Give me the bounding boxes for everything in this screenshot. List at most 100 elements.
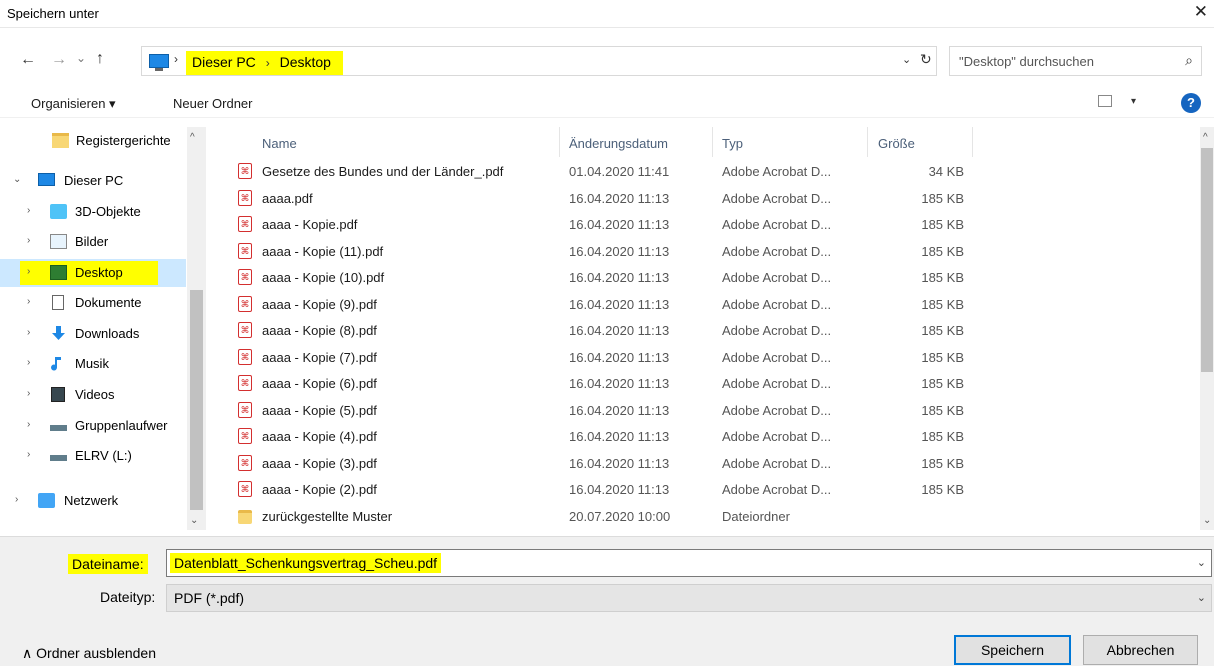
refresh-icon[interactable]: ↻	[920, 51, 932, 68]
pdf-file-icon: ⌘	[238, 216, 252, 232]
sidebar-item-bilder[interactable]: › Bilder	[0, 228, 186, 256]
chevron-right-icon[interactable]: ›	[27, 296, 30, 307]
breadcrumb-dieser-pc[interactable]: Dieser PC	[192, 54, 256, 70]
sidebar-item-registergerichte[interactable]: Registergerichte	[0, 127, 186, 155]
file-name: aaaa - Kopie (4).pdf	[262, 429, 377, 444]
file-type: Dateiordner	[722, 508, 790, 524]
network-icon	[38, 493, 55, 508]
scroll-up-icon[interactable]: ^	[190, 132, 195, 143]
column-divider[interactable]	[559, 127, 560, 157]
table-row[interactable]: ⌘ aaaa - Kopie (3).pdf 16.04.2020 11:13 Ado…	[212, 451, 1200, 477]
file-date: 20.07.2020 10:00	[569, 508, 671, 524]
sidebar-item-musik[interactable]: › Musik	[0, 350, 186, 378]
address-dropdown-icon[interactable]: ⌄	[902, 53, 911, 66]
save-button[interactable]: Speichern	[954, 635, 1071, 665]
new-folder-button[interactable]: Neuer Ordner	[173, 96, 252, 111]
table-row[interactable]: ⌘ aaaa - Kopie (9).pdf 16.04.2020 11:13 Ado…	[212, 292, 1200, 318]
breadcrumb-desktop[interactable]: Desktop	[280, 54, 331, 70]
file-name: aaaa - Kopie (3).pdf	[262, 455, 377, 471]
column-divider[interactable]	[867, 127, 868, 157]
filetype-value: PDF (*.pdf)	[174, 590, 245, 606]
sidebar-item-3d-objekte[interactable]: › 3D-Objekte	[0, 198, 186, 226]
file-list-scroll-thumb[interactable]	[1201, 148, 1213, 372]
table-row[interactable]: zurückgestellte Muster 20.07.2020 10:00 Da…	[212, 504, 1200, 530]
organize-button[interactable]: Organisieren ▾	[31, 96, 116, 112]
column-header-size[interactable]: Größe	[878, 136, 915, 151]
column-divider[interactable]	[712, 127, 713, 157]
scroll-down-icon[interactable]: ⌄	[190, 515, 198, 526]
up-arrow-icon[interactable]: ↑	[96, 50, 104, 68]
pdf-file-icon: ⌘	[238, 163, 252, 179]
chevron-right-icon[interactable]: ›	[27, 388, 30, 399]
filename-value[interactable]: Datenblatt_Schenkungsvertrag_Scheu.pdf	[170, 553, 442, 573]
help-icon[interactable]: ?	[1181, 93, 1201, 113]
chevron-right-icon[interactable]: ›	[27, 235, 30, 246]
table-row[interactable]: ⌘ aaaa - Kopie.pdf 16.04.2020 11:13 Adobe A…	[212, 212, 1200, 238]
chevron-down-icon[interactable]: ⌄	[13, 174, 21, 185]
chevron-right-icon[interactable]: ›	[15, 494, 18, 505]
sidebar-item-dokumente[interactable]: › Dokumente	[0, 289, 186, 317]
file-date: 16.04.2020 11:13	[569, 402, 670, 418]
filetype-select[interactable]: PDF (*.pdf) ⌄	[166, 584, 1212, 612]
search-icon[interactable]: ⌕	[1185, 52, 1193, 69]
table-row[interactable]: ⌘ aaaa - Kopie (7).pdf 16.04.2020 11:13 Ado…	[212, 345, 1200, 371]
sidebar-item-netzwerk[interactable]: › Netzwerk	[0, 487, 186, 515]
chevron-down-icon[interactable]: ⌄	[1197, 591, 1206, 604]
pdf-file-icon: ⌘	[238, 428, 252, 444]
recent-locations-icon[interactable]: ⌄	[76, 51, 86, 65]
pdf-file-icon: ⌘	[238, 454, 252, 471]
sidebar-item-downloads[interactable]: › Downloads	[0, 320, 186, 348]
file-date: 16.04.2020 11:13	[569, 270, 670, 285]
sidebar-item-gruppenlaufwerk[interactable]: › Gruppenlaufwer	[0, 412, 186, 440]
table-row[interactable]: ⌘ aaaa - Kopie (2).pdf 16.04.2020 11:13 Ado…	[212, 477, 1200, 503]
search-input[interactable]: "Desktop" durchsuchen ⌕	[949, 46, 1202, 76]
filename-field[interactable]: Datenblatt_Schenkungsvertrag_Scheu.pdf ⌄	[166, 549, 1212, 577]
scroll-up-icon[interactable]: ^	[1203, 132, 1208, 143]
chevron-right-icon[interactable]: ›	[27, 205, 30, 216]
sidebar-item-desktop[interactable]: › Desktop	[0, 259, 186, 287]
chevron-right-icon[interactable]: ›	[27, 419, 30, 430]
table-row[interactable]: ⌘ aaaa - Kopie (4).pdf 16.04.2020 11:13 Ado…	[212, 424, 1200, 450]
column-divider[interactable]	[972, 127, 973, 157]
desktop-icon	[50, 265, 67, 280]
table-row[interactable]: ⌘ aaaa - Kopie (11).pdf 16.04.2020 11:13 Ad…	[212, 239, 1200, 265]
hide-folders-button[interactable]: ∧ Ordner ausblenden	[22, 645, 156, 662]
table-row[interactable]: ⌘ Gesetze des Bundes und der Länder_.pdf 0…	[212, 159, 1200, 185]
sidebar-item-dieser-pc[interactable]: ⌄ Dieser PC	[0, 167, 186, 195]
sidebar-item-label: Netzwerk	[64, 493, 119, 508]
file-name: aaaa - Kopie (8).pdf	[262, 323, 377, 338]
sidebar-scroll-thumb[interactable]	[190, 290, 203, 510]
view-dropdown-icon[interactable]: ▾	[1131, 96, 1136, 107]
chevron-right-icon[interactable]: ›	[27, 449, 30, 460]
column-header-name[interactable]: Name	[262, 136, 297, 151]
file-date: 16.04.2020 11:13	[569, 190, 670, 206]
table-row[interactable]: ⌘ aaaa - Kopie (8).pdf 16.04.2020 11:13 Ado…	[212, 318, 1200, 344]
sidebar-item-label: Musik	[75, 356, 109, 371]
file-list: Name Änderungsdatum Typ Größe ⌘ Gesetze d…	[212, 127, 1200, 530]
chevron-right-icon[interactable]: ›	[27, 327, 30, 338]
forward-arrow-icon[interactable]: →	[51, 51, 67, 69]
table-row[interactable]: ⌘ aaaa - Kopie (10).pdf 16.04.2020 11:13 Ad…	[212, 265, 1200, 291]
back-arrow-icon[interactable]: ←	[20, 51, 36, 69]
chevron-right-icon[interactable]: ›	[27, 266, 30, 277]
scroll-down-icon[interactable]: ⌄	[1203, 515, 1211, 526]
view-options-icon[interactable]	[1098, 95, 1112, 107]
file-type: Adobe Acrobat D...	[722, 376, 832, 391]
column-header-type[interactable]: Typ	[722, 136, 743, 151]
file-size: 185 KB	[921, 349, 964, 365]
file-date: 16.04.2020 11:13	[569, 429, 670, 444]
chevron-right-icon[interactable]: ›	[27, 357, 30, 368]
table-row[interactable]: ⌘ aaaa - Kopie (5).pdf 16.04.2020 11:13 Ado…	[212, 398, 1200, 424]
chevron-down-icon[interactable]: ⌄	[1197, 556, 1206, 569]
sidebar-item-elrv[interactable]: › ELRV (L:)	[0, 442, 186, 470]
file-name: aaaa - Kopie (6).pdf	[262, 376, 377, 391]
pc-icon	[38, 173, 55, 186]
table-row[interactable]: ⌘ aaaa - Kopie (6).pdf 16.04.2020 11:13 Ado…	[212, 371, 1200, 397]
sidebar-item-videos[interactable]: › Videos	[0, 381, 186, 409]
column-header-date[interactable]: Änderungsdatum	[569, 136, 668, 151]
breadcrumb: Dieser PC › Desktop	[186, 51, 343, 75]
music-icon	[50, 356, 67, 371]
close-icon[interactable]: ✕	[1194, 2, 1208, 22]
cancel-button[interactable]: Abbrechen	[1083, 635, 1198, 665]
table-row[interactable]: ⌘ aaaa.pdf 16.04.2020 11:13 Adobe Acrobat D…	[212, 186, 1200, 212]
